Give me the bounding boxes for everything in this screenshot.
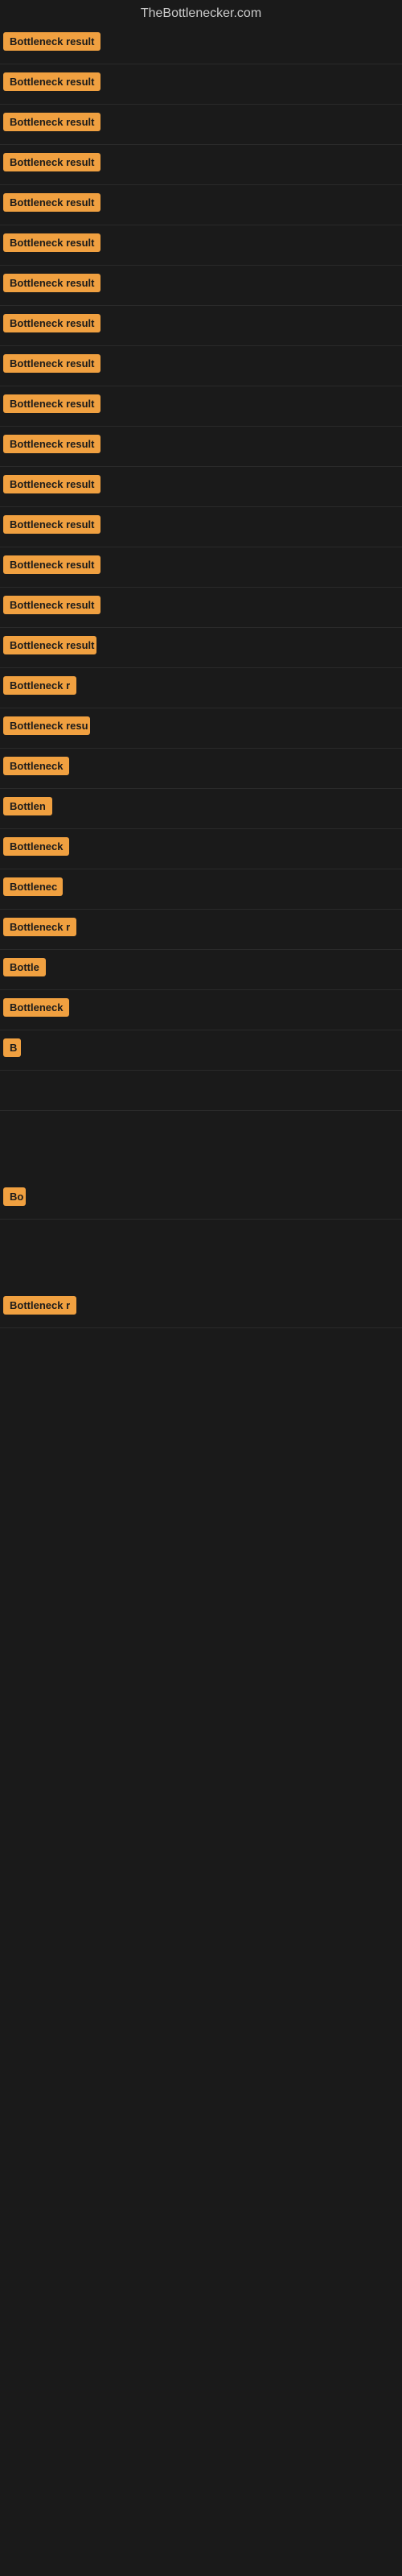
result-row: Bottle — [0, 950, 402, 990]
result-row: Bottleneck — [0, 749, 402, 789]
result-row: Bottleneck result — [0, 507, 402, 547]
page-container: TheBottlenecker.com Bottleneck resultBot… — [0, 0, 402, 2576]
bottleneck-badge[interactable]: Bottleneck result — [3, 394, 100, 413]
bottleneck-badge[interactable]: Bottle — [3, 958, 46, 976]
result-row: Bottleneck resu — [0, 708, 402, 749]
result-row: Bottleneck r — [0, 1288, 402, 1328]
result-row: Bottleneck — [0, 829, 402, 869]
bottleneck-badge[interactable]: Bottleneck result — [3, 153, 100, 171]
bottleneck-badge[interactable]: Bottleneck — [3, 837, 69, 856]
result-row: Bottleneck result — [0, 386, 402, 427]
bottleneck-badge[interactable]: Bottleneck result — [3, 193, 100, 212]
result-row: Bottleneck result — [0, 306, 402, 346]
bottleneck-badge[interactable]: Bottleneck result — [3, 475, 100, 493]
bottleneck-badge[interactable]: Bottleneck r — [3, 918, 76, 936]
bottleneck-badge[interactable]: Bottlen — [3, 797, 52, 815]
bottleneck-badge[interactable]: Bottleneck result — [3, 113, 100, 131]
result-row: Bottleneck result — [0, 266, 402, 306]
result-row: Bottleneck r — [0, 668, 402, 708]
result-row: Bottleneck result — [0, 145, 402, 185]
result-row: Bottleneck r — [0, 910, 402, 950]
result-row: Bottleneck result — [0, 64, 402, 105]
bottleneck-badge[interactable]: Bottleneck result — [3, 32, 100, 51]
result-row: Bottlenec — [0, 869, 402, 910]
bottleneck-badge[interactable]: Bottleneck result — [3, 596, 100, 614]
result-row: Bottleneck result — [0, 628, 402, 668]
result-row: B — [0, 1030, 402, 1071]
result-row: Bottleneck — [0, 990, 402, 1030]
bottleneck-badge[interactable]: Bottleneck resu — [3, 716, 90, 735]
bottleneck-badge[interactable]: Bottleneck result — [3, 636, 96, 654]
bottleneck-badge[interactable]: Bottleneck — [3, 998, 69, 1017]
result-row: Bottleneck result — [0, 427, 402, 467]
bottleneck-badge[interactable]: Bottleneck result — [3, 354, 100, 373]
result-row: Bottleneck result — [0, 346, 402, 386]
site-title: TheBottlenecker.com — [0, 0, 402, 24]
result-row: Bottleneck result — [0, 547, 402, 588]
result-row: Bo — [0, 1179, 402, 1220]
bottleneck-badge[interactable]: Bottlenec — [3, 877, 63, 896]
bottleneck-badge[interactable]: Bottleneck r — [3, 676, 76, 695]
bottleneck-badge[interactable]: Bottleneck — [3, 757, 69, 775]
bottleneck-badge[interactable]: Bottleneck r — [3, 1296, 76, 1315]
bottleneck-badge[interactable]: Bottleneck result — [3, 72, 100, 91]
bottleneck-badge[interactable]: Bottleneck result — [3, 314, 100, 332]
bottleneck-badge[interactable]: Bo — [3, 1187, 26, 1206]
bottleneck-badge[interactable]: Bottleneck result — [3, 274, 100, 292]
result-row: Bottleneck result — [0, 467, 402, 507]
bottleneck-badge[interactable]: B — [3, 1038, 21, 1057]
result-row: Bottleneck result — [0, 588, 402, 628]
result-row: Bottleneck result — [0, 185, 402, 225]
result-row: Bottlen — [0, 789, 402, 829]
results-container: Bottleneck result Bottleneck result Bottle… — [0, 24, 402, 1328]
spacer-row — [0, 1220, 402, 1288]
bottleneck-badge[interactable]: Bottleneck result — [3, 515, 100, 534]
bottleneck-badge[interactable]: Bottleneck result — [3, 233, 100, 252]
result-row: Bottleneck result — [0, 105, 402, 145]
result-row: Bottleneck result — [0, 24, 402, 64]
result-row — [0, 1071, 402, 1111]
result-row: Bottleneck result — [0, 225, 402, 266]
bottleneck-badge[interactable]: Bottleneck result — [3, 555, 100, 574]
spacer-row — [0, 1111, 402, 1179]
bottleneck-badge[interactable]: Bottleneck result — [3, 435, 100, 453]
